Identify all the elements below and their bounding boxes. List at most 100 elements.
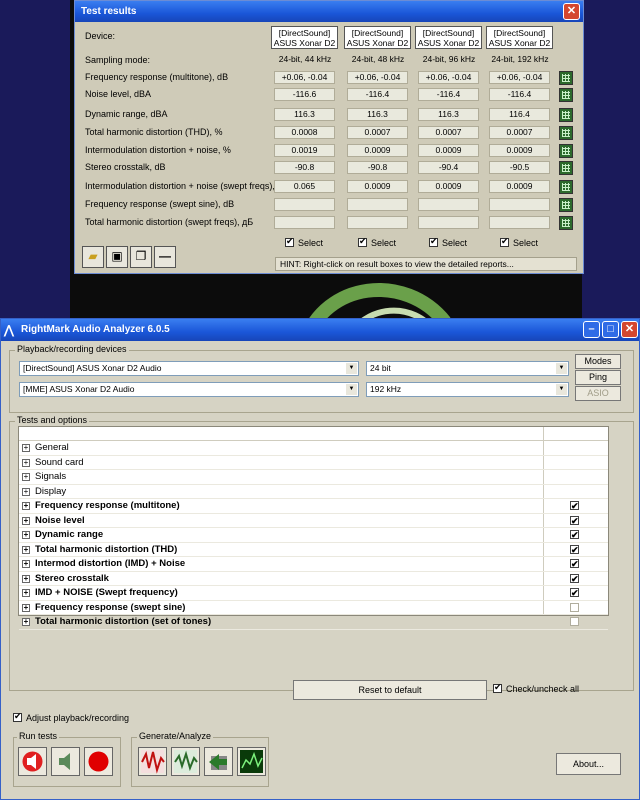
- minimize-icon[interactable]: –: [583, 321, 600, 338]
- save-button[interactable]: ▣: [106, 246, 128, 268]
- check-all-checkbox[interactable]: [493, 682, 502, 693]
- test-results-titlebar[interactable]: Test results ✕: [75, 1, 583, 22]
- result-value-box[interactable]: -116.4: [489, 88, 550, 101]
- adjust-toggle[interactable]: Adjust playback/recording: [13, 711, 129, 723]
- graph-report-icon[interactable]: [559, 126, 573, 140]
- result-value-box[interactable]: -116.4: [347, 88, 408, 101]
- adjust-checkbox[interactable]: [13, 711, 22, 722]
- modes-button[interactable]: Modes: [575, 354, 621, 369]
- result-value-box[interactable]: -116.4: [418, 88, 479, 101]
- result-value-box[interactable]: 0.0007: [418, 126, 479, 139]
- result-value-box[interactable]: 0.0007: [489, 126, 550, 139]
- result-value-box[interactable]: 0.0009: [489, 180, 550, 193]
- expand-plus-icon[interactable]: +: [22, 444, 30, 452]
- result-value-box[interactable]: 116.4: [489, 108, 550, 121]
- test-enable-checkbox[interactable]: [570, 586, 579, 600]
- expand-plus-icon[interactable]: +: [22, 458, 30, 467]
- result-value-box[interactable]: -90.5: [489, 161, 550, 174]
- maximize-icon[interactable]: □: [602, 321, 619, 338]
- result-value-box[interactable]: -90.8: [347, 161, 408, 174]
- result-value-box[interactable]: 0.0009: [418, 180, 479, 193]
- tree-item[interactable]: + Sound card: [19, 456, 608, 470]
- result-value-box[interactable]: [489, 216, 550, 229]
- playback-device-select[interactable]: [DirectSound] ASUS Xonar D2 Audio ▼: [19, 361, 359, 376]
- result-value-box[interactable]: 0.0009: [347, 180, 408, 193]
- recording-device-select[interactable]: [MME] ASUS Xonar D2 Audio ▼: [19, 382, 359, 397]
- result-value-box[interactable]: 0.0009: [489, 144, 550, 157]
- expand-plus-icon[interactable]: +: [22, 473, 30, 481]
- result-value-box[interactable]: -116.6: [274, 88, 335, 101]
- result-value-box[interactable]: [418, 198, 479, 211]
- result-value-box[interactable]: 0.0019: [274, 144, 335, 157]
- run-all-button[interactable]: [18, 747, 47, 776]
- record-button[interactable]: [84, 747, 113, 776]
- generate-button[interactable]: [138, 747, 167, 776]
- test-enable-checkbox[interactable]: [570, 514, 579, 528]
- open-folder-button[interactable]: ▰: [82, 246, 104, 268]
- tree-item[interactable]: + Dynamic range: [19, 528, 608, 543]
- expand-plus-icon[interactable]: +: [22, 618, 30, 626]
- tree-item[interactable]: + Total harmonic distortion (set of tones…: [19, 615, 608, 630]
- result-value-box[interactable]: 0.065: [274, 180, 335, 193]
- result-value-box[interactable]: +0.06, -0.04: [347, 71, 408, 84]
- result-value-box[interactable]: [274, 198, 335, 211]
- graph-report-icon[interactable]: [559, 108, 573, 122]
- ping-button[interactable]: Ping: [575, 370, 621, 385]
- expand-plus-icon[interactable]: +: [22, 487, 30, 496]
- graph-report-icon[interactable]: [559, 216, 573, 230]
- result-value-box[interactable]: +0.06, -0.04: [418, 71, 479, 84]
- select-checkbox-2[interactable]: Select: [358, 236, 396, 248]
- remove-button[interactable]: —: [154, 246, 176, 268]
- result-value-box[interactable]: -90.8: [274, 161, 335, 174]
- result-value-box[interactable]: 116.3: [347, 108, 408, 121]
- import-button[interactable]: [204, 747, 233, 776]
- result-value-box[interactable]: 116.3: [418, 108, 479, 121]
- result-value-box[interactable]: +0.06, -0.04: [489, 71, 550, 84]
- result-value-box[interactable]: [347, 216, 408, 229]
- result-value-box[interactable]: [347, 198, 408, 211]
- analyzer-titlebar[interactable]: ⋀ RightMark Audio Analyzer 6.0.5 – □ ✕: [1, 319, 639, 341]
- sample-rate-select[interactable]: 192 kHz ▼: [366, 382, 569, 397]
- expand-plus-icon[interactable]: +: [22, 574, 30, 583]
- result-value-box[interactable]: 0.0009: [418, 144, 479, 157]
- tree-item[interactable]: + Noise level: [19, 514, 608, 528]
- select-checkbox-4[interactable]: Select: [500, 236, 538, 248]
- result-value-box[interactable]: 0.0008: [274, 126, 335, 139]
- asio-button[interactable]: ASIO: [575, 386, 621, 401]
- tree-item[interactable]: + Total harmonic distortion (THD): [19, 543, 608, 557]
- result-value-box[interactable]: 0.0009: [347, 144, 408, 157]
- checkbox-checked-icon[interactable]: [500, 236, 509, 247]
- test-enable-checkbox[interactable]: [570, 617, 579, 626]
- expand-plus-icon[interactable]: +: [22, 516, 30, 525]
- select-checkbox-1[interactable]: Select: [285, 236, 323, 248]
- tree-item[interactable]: + Frequency response (multitone): [19, 499, 608, 514]
- expand-plus-icon[interactable]: +: [22, 531, 30, 539]
- spectrum-button[interactable]: [237, 747, 266, 776]
- tree-item[interactable]: + IMD + NOISE (Swept frequency): [19, 586, 608, 601]
- expand-plus-icon[interactable]: +: [22, 560, 30, 568]
- test-enable-checkbox[interactable]: [570, 602, 579, 612]
- expand-plus-icon[interactable]: +: [22, 545, 30, 554]
- tree-item[interactable]: + Stereo crosstalk: [19, 572, 608, 586]
- close-icon[interactable]: ✕: [563, 3, 580, 20]
- result-value-box[interactable]: 116.3: [274, 108, 335, 121]
- graph-report-icon[interactable]: [559, 71, 573, 85]
- expand-plus-icon[interactable]: +: [22, 502, 30, 510]
- graph-report-icon[interactable]: [559, 144, 573, 158]
- graph-report-icon[interactable]: [559, 198, 573, 212]
- expand-plus-icon[interactable]: +: [22, 589, 30, 597]
- tree-item[interactable]: + Frequency response (swept sine): [19, 601, 608, 615]
- about-button[interactable]: About...: [556, 753, 621, 775]
- result-value-box[interactable]: -90.4: [418, 161, 479, 174]
- test-enable-checkbox[interactable]: [570, 499, 579, 513]
- check-all-toggle[interactable]: Check/uncheck all: [493, 682, 579, 694]
- test-enable-checkbox[interactable]: [570, 528, 579, 542]
- checkbox-checked-icon[interactable]: [358, 236, 367, 247]
- result-value-box[interactable]: [274, 216, 335, 229]
- expand-plus-icon[interactable]: +: [22, 603, 30, 612]
- result-value-box[interactable]: [418, 216, 479, 229]
- select-checkbox-3[interactable]: Select: [429, 236, 467, 248]
- checkbox-checked-icon[interactable]: [429, 236, 438, 247]
- close-icon[interactable]: ✕: [621, 321, 638, 338]
- test-enable-checkbox[interactable]: [570, 557, 579, 571]
